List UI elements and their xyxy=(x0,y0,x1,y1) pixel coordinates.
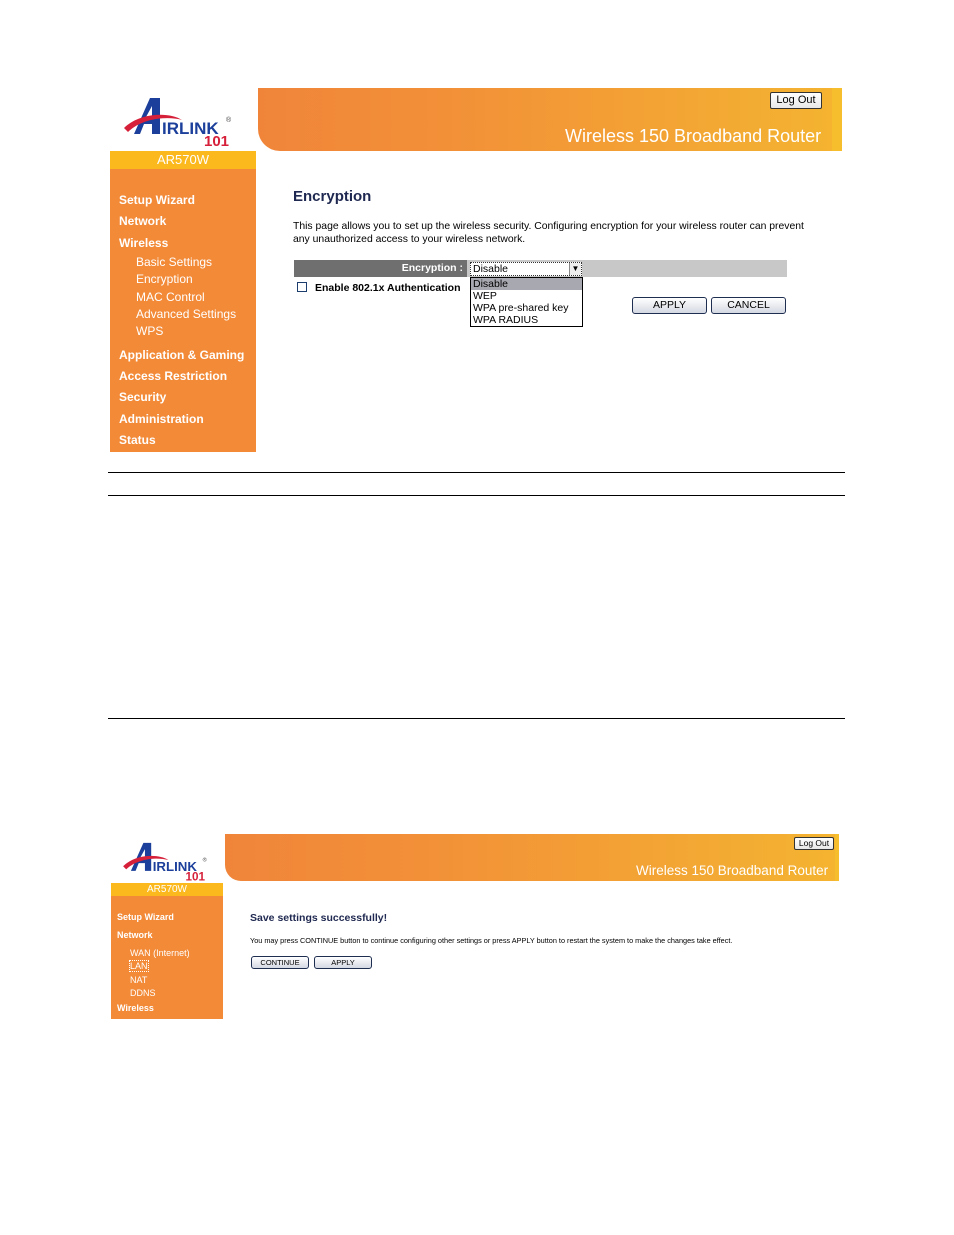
encryption-select[interactable]: Disable ▼ xyxy=(470,262,582,276)
sidebar-item-wireless[interactable]: Wireless xyxy=(111,1002,223,1020)
sidebar-subitem-encryption[interactable]: Encryption xyxy=(110,271,256,288)
enable-8021x-label: Enable 802.1x Authentication xyxy=(315,282,461,294)
svg-text:101: 101 xyxy=(204,133,229,146)
sidebar-item-administration[interactable]: Administration xyxy=(110,409,256,430)
page-title: Save settings successfully! xyxy=(250,912,388,924)
svg-text:101: 101 xyxy=(185,870,205,881)
sidebar-item-status[interactable]: Status xyxy=(110,430,256,451)
sidebar-item-setup-wizard[interactable]: Setup Wizard xyxy=(110,190,256,211)
sidebar-subitem-nat[interactable]: NAT xyxy=(111,974,223,987)
logo-area: IRLINK ® 101 xyxy=(110,88,256,151)
page-title: Encryption xyxy=(293,188,372,205)
router-title: Wireless 150 Broadband Router xyxy=(565,126,822,146)
sidebar-item-network[interactable]: Network xyxy=(111,929,223,947)
encryption-option-wep[interactable]: WEP xyxy=(471,290,582,302)
encryption-row: Encryption : Disable ▼ xyxy=(294,260,787,277)
sidebar-subitem-wan[interactable]: WAN (Internet) xyxy=(111,947,223,960)
model-label: AR570W xyxy=(110,151,256,169)
encryption-option-disable[interactable]: Disable xyxy=(471,278,582,290)
sidebar-item-application-gaming[interactable]: Application & Gaming xyxy=(110,345,256,366)
sidebar-nav: Setup Wizard Network Wireless Basic Sett… xyxy=(110,169,256,452)
sidebar-subitem-lan[interactable]: LAN xyxy=(111,960,223,973)
logout-button[interactable]: Log Out xyxy=(794,837,834,850)
table-rule-top xyxy=(108,472,845,473)
header-edge xyxy=(832,88,842,151)
encryption-option-wpa-radius[interactable]: WPA RADIUS xyxy=(471,314,582,326)
sidebar-item-setup-wizard[interactable]: Setup Wizard xyxy=(111,911,223,929)
sidebar-subitem-basic-settings[interactable]: Basic Settings xyxy=(110,254,256,271)
encryption-select-value: Disable xyxy=(473,263,509,275)
chevron-down-icon[interactable]: ▼ xyxy=(569,263,581,275)
router-save-settings-screenshot: IRLINK ® 101 Log Out Wireless 150 Broadb… xyxy=(111,834,841,1020)
page-description: This page allows you to set up the wirel… xyxy=(293,221,804,245)
encryption-label: Encryption : xyxy=(294,260,467,277)
router-title: Wireless 150 Broadband Router xyxy=(636,863,829,878)
airlink-logo[interactable]: IRLINK ® 101 xyxy=(120,94,238,146)
sidebar-item-access-restriction[interactable]: Access Restriction xyxy=(110,366,256,387)
model-label: AR570W xyxy=(111,883,223,896)
svg-text:®: ® xyxy=(203,857,207,864)
sidebar-subitem-mac-control[interactable]: MAC Control xyxy=(110,289,256,306)
cancel-button[interactable]: CANCEL xyxy=(711,297,786,314)
sidebar-subitem-ddns[interactable]: DDNS xyxy=(111,987,223,1000)
sidebar-subitem-wps[interactable]: WPS xyxy=(110,323,256,340)
sidebar-item-network[interactable]: Network xyxy=(110,211,256,232)
sidebar-item-wireless[interactable]: Wireless xyxy=(110,233,256,254)
router-encryption-screenshot: IRLINK ® 101 Log Out Wireless 150 Broadb… xyxy=(110,88,844,453)
enable-8021x-checkbox[interactable] xyxy=(297,282,307,292)
sidebar-nav: Setup Wizard Network WAN (Internet) LAN … xyxy=(111,896,223,1019)
logout-button[interactable]: Log Out xyxy=(770,92,822,109)
main-content: Encryption This page allows you to set u… xyxy=(293,188,804,245)
apply-button[interactable]: APPLY xyxy=(632,297,707,314)
sidebar-subitem-lan-label: LAN xyxy=(129,960,149,973)
page-description: You may press CONTINUE button to continu… xyxy=(250,936,733,945)
encryption-dropdown-list: Disable WEP WPA pre-shared key WPA RADIU… xyxy=(470,277,583,327)
sidebar-item-security[interactable]: Security xyxy=(110,387,256,408)
svg-text:®: ® xyxy=(226,116,232,124)
header-edge xyxy=(835,834,839,881)
logo-area: IRLINK ® 101 xyxy=(111,834,223,883)
auth-checkbox-row: Enable 802.1x Authentication xyxy=(297,282,460,294)
table-rule-header xyxy=(108,495,845,496)
continue-button[interactable]: CONTINUE xyxy=(251,956,309,969)
apply-button[interactable]: APPLY xyxy=(314,956,372,969)
sidebar-subitem-advanced-settings[interactable]: Advanced Settings xyxy=(110,306,256,323)
table-rule-bottom xyxy=(108,718,845,719)
airlink-logo[interactable]: IRLINK ® 101 xyxy=(120,839,212,881)
encryption-option-wpa-psk[interactable]: WPA pre-shared key xyxy=(471,302,582,314)
